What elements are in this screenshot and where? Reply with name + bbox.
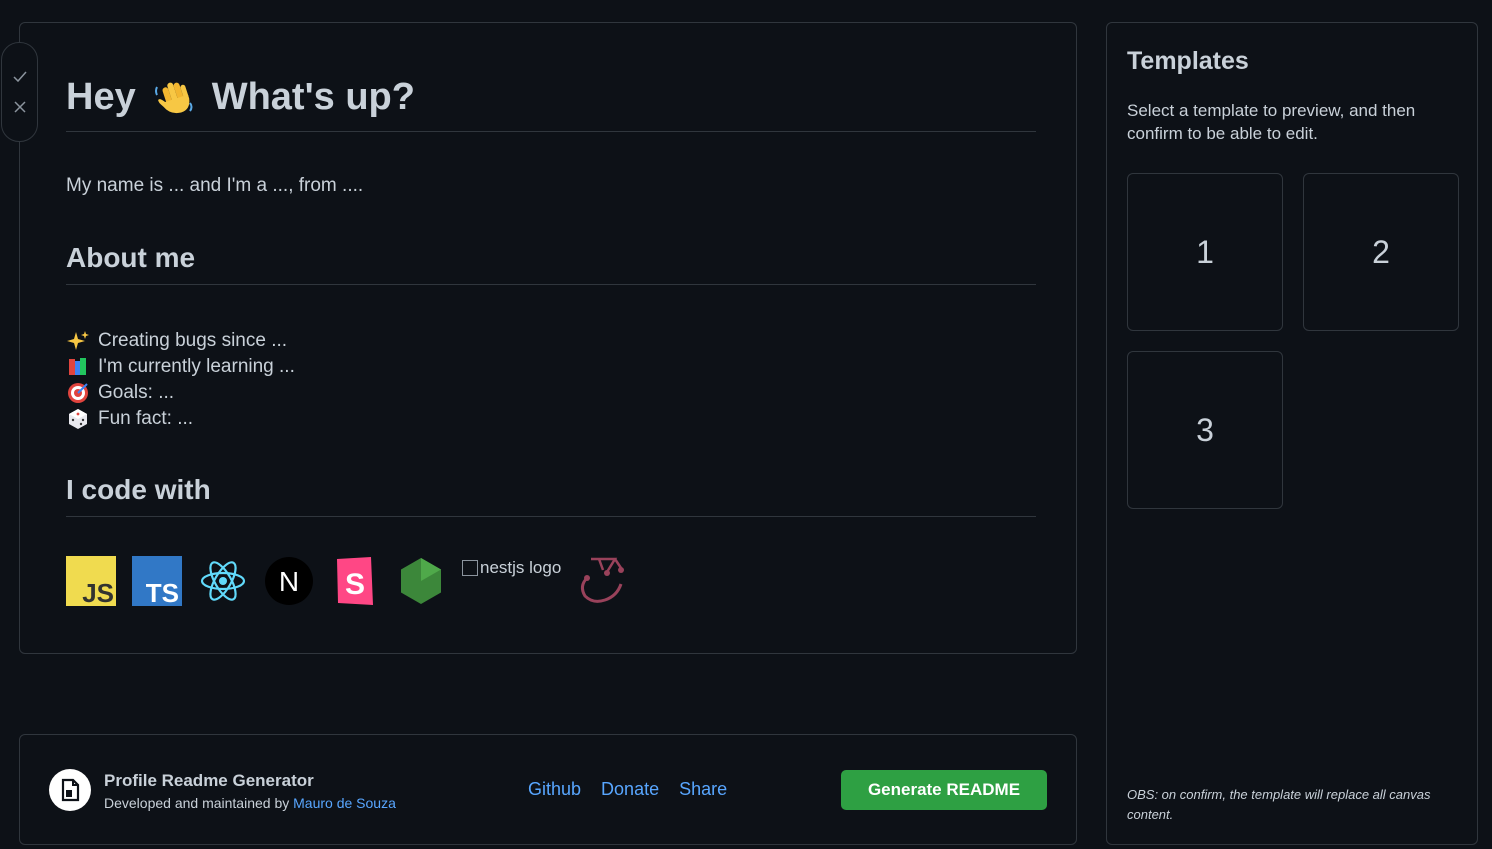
share-link[interactable]: Share bbox=[679, 779, 727, 800]
template-card-1[interactable]: 1 bbox=[1127, 173, 1283, 331]
typescript-logo: TS bbox=[132, 556, 182, 606]
list-item-text: Creating bugs since ... bbox=[98, 330, 288, 351]
list-item-text: Fun fact: ... bbox=[98, 408, 194, 429]
dice-icon bbox=[69, 409, 87, 429]
list-item: Fun fact: ... bbox=[66, 406, 295, 432]
close-icon[interactable] bbox=[12, 99, 28, 115]
author-link[interactable]: Mauro de Souza bbox=[293, 795, 396, 811]
title-greeting: Hey bbox=[66, 75, 136, 118]
list-item: Goals: ... bbox=[66, 380, 295, 406]
svg-text:N: N bbox=[279, 566, 299, 597]
generate-readme-button[interactable]: Generate README bbox=[841, 770, 1047, 810]
templates-note: OBS: on confirm, the template will repla… bbox=[1127, 787, 1431, 822]
readme-title[interactable]: Hey What's up? bbox=[66, 75, 1036, 132]
nestjs-alt-text: nestjs logo bbox=[480, 558, 562, 577]
nextjs-logo: N bbox=[265, 557, 313, 605]
editor-canvas: Hey What's up? My name is ... and I'm a … bbox=[19, 22, 1077, 654]
templates-panel: Templates Select a template to preview, … bbox=[1106, 22, 1478, 845]
list-item: I'm currently learning ... bbox=[66, 354, 295, 380]
nestjs-logo: nestjs logo bbox=[462, 556, 561, 580]
credit-prefix: Developed and maintained by bbox=[104, 795, 290, 811]
title-question: What's up? bbox=[211, 75, 415, 118]
credit-line: Developed and maintained by Mauro de Sou… bbox=[104, 795, 396, 811]
template-card-3[interactable]: 3 bbox=[1127, 351, 1283, 509]
template-card-2[interactable]: 2 bbox=[1303, 173, 1459, 331]
waving-hand-icon bbox=[154, 82, 193, 114]
templates-title: Templates bbox=[1127, 47, 1249, 75]
svg-text:S: S bbox=[345, 568, 365, 601]
list-item-text: Goals: ... bbox=[98, 382, 175, 403]
tech-logos[interactable]: JS TS N S nestjs logo bbox=[66, 556, 627, 606]
jest-logo bbox=[581, 557, 625, 603]
check-icon[interactable] bbox=[12, 69, 28, 85]
footer: Profile Readme Generator Developed and m… bbox=[19, 734, 1077, 845]
donate-link[interactable]: Donate bbox=[601, 779, 659, 800]
nodejs-logo bbox=[401, 558, 441, 604]
app-name: Profile Readme Generator bbox=[104, 771, 314, 790]
template-confirm-controls bbox=[1, 42, 38, 142]
about-list[interactable]: Creating bugs since ... I'm currently le… bbox=[66, 328, 295, 432]
react-logo bbox=[200, 561, 246, 601]
app-logo-icon bbox=[49, 769, 91, 811]
i-code-with-heading[interactable]: I code with bbox=[66, 474, 1036, 517]
github-link[interactable]: Github bbox=[528, 779, 581, 800]
broken-image-icon bbox=[462, 560, 478, 576]
list-item-text: I'm currently learning ... bbox=[98, 356, 295, 377]
target-icon bbox=[68, 383, 88, 403]
intro-paragraph[interactable]: My name is ... and I'm a ..., from .... bbox=[66, 175, 363, 197]
templates-description: Select a template to preview, and then c… bbox=[1127, 101, 1416, 143]
sparkles-icon bbox=[67, 331, 89, 350]
about-me-heading[interactable]: About me bbox=[66, 242, 1036, 285]
footer-links: Github Donate Share bbox=[528, 779, 727, 800]
svg-text:TS: TS bbox=[146, 578, 179, 606]
javascript-logo: JS bbox=[66, 556, 116, 606]
books-icon bbox=[69, 358, 86, 375]
svg-text:JS: JS bbox=[82, 578, 114, 606]
list-item: Creating bugs since ... bbox=[66, 328, 295, 354]
storybook-logo: S bbox=[337, 557, 373, 605]
